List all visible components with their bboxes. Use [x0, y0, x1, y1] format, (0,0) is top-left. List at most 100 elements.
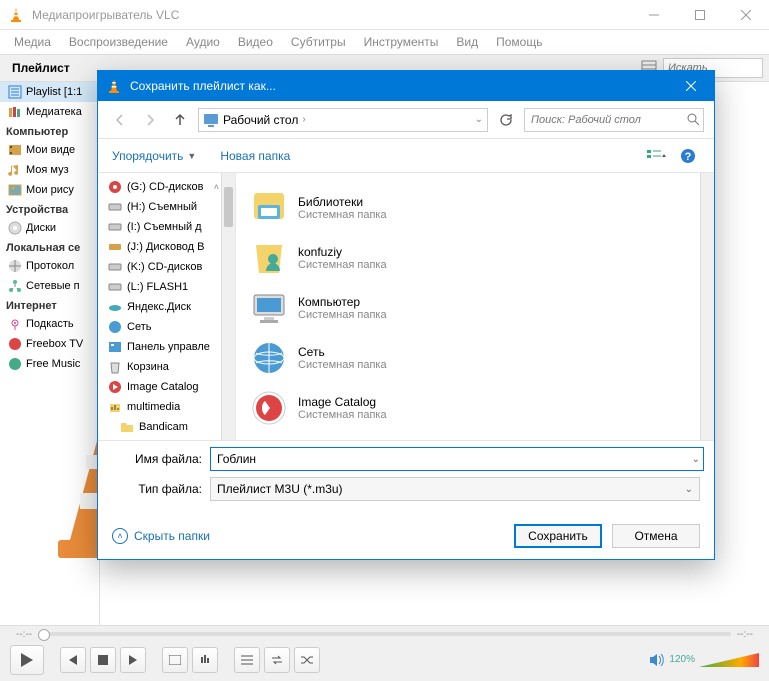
tree-item-label: (I:) Съемный д: [127, 221, 202, 233]
seek-slider[interactable]: [38, 632, 731, 636]
file-list[interactable]: БиблиотекиСистемная папкаkonfuziyСистемн…: [236, 173, 714, 440]
list-item[interactable]: konfuziyСистемная папка: [246, 233, 704, 283]
menu-view[interactable]: Вид: [448, 33, 486, 51]
yadisk-icon: [108, 300, 122, 314]
refresh-button[interactable]: [494, 108, 518, 132]
tree-item[interactable]: multimedia: [98, 397, 235, 417]
video-icon: [8, 143, 22, 157]
next-button[interactable]: [120, 647, 146, 673]
tree-item[interactable]: Bandicam: [98, 417, 235, 437]
menu-subtitles[interactable]: Субтитры: [283, 33, 354, 51]
filetype-select[interactable]: Плейлист M3U (*.m3u) ⌄: [210, 477, 700, 501]
maximize-button[interactable]: [677, 0, 723, 30]
tree-item[interactable]: (I:) Съемный д: [98, 217, 235, 237]
menu-tools[interactable]: Инструменты: [356, 33, 447, 51]
dialog-close-button[interactable]: [668, 71, 714, 101]
tree-item[interactable]: музыка: [98, 437, 235, 440]
list-item[interactable]: БиблиотекиСистемная папка: [246, 183, 704, 233]
sidebar-item[interactable]: Протокол: [0, 256, 99, 276]
dialog-titlebar: Сохранить плейлист как...: [98, 71, 714, 101]
filename-input[interactable]: [210, 447, 704, 471]
tree-item[interactable]: Корзина: [98, 357, 235, 377]
window-title: Медиапроигрыватель VLC: [32, 8, 631, 22]
list-item-name: Сеть: [298, 345, 387, 359]
help-button[interactable]: ?: [676, 144, 700, 168]
nav-up-button[interactable]: [168, 108, 192, 132]
loop-button[interactable]: [264, 647, 290, 673]
sidebar-item[interactable]: Мои рису: [0, 180, 99, 200]
menu-audio[interactable]: Аудио: [178, 33, 228, 51]
play-button[interactable]: [10, 645, 44, 675]
sidebar-item[interactable]: Медиатека: [0, 102, 99, 122]
sidebar-item[interactable]: Подкасть: [0, 314, 99, 334]
tree-item-label: (K:) CD-дисков: [127, 261, 202, 273]
sidebar-item-label: Моя муз: [26, 164, 69, 176]
nav-forward-button[interactable]: [138, 108, 162, 132]
chevron-up-icon: ˄: [112, 528, 128, 544]
tree-item[interactable]: (J:) Дисковод B: [98, 237, 235, 257]
menu-media[interactable]: Медиа: [6, 33, 59, 51]
chevron-down-icon[interactable]: ⌄: [692, 454, 700, 465]
tree-item-label: Яндекс.Диск: [127, 301, 191, 313]
tree-item-label: (G:) CD-дисков: [127, 181, 204, 193]
tree-item[interactable]: (L:) FLASH1: [98, 277, 235, 297]
prev-button[interactable]: [60, 647, 86, 673]
sidebar-item[interactable]: Playlist [1:1: [0, 82, 99, 102]
sidebar-item-label: Диски: [26, 222, 56, 234]
shuffle-button[interactable]: [294, 647, 320, 673]
sidebar-item[interactable]: Диски: [0, 218, 99, 238]
chevron-down-icon[interactable]: ⌄: [475, 114, 483, 125]
drive-icon: [108, 260, 122, 274]
chevron-right-icon: ›: [302, 114, 305, 125]
user-icon: [250, 239, 288, 277]
volume-slider[interactable]: [699, 651, 759, 669]
stop-button[interactable]: [90, 647, 116, 673]
fullscreen-button[interactable]: [162, 647, 188, 673]
sidebar-item-label: Протокол: [26, 260, 74, 272]
player-controls: --:-- --:-- 120%: [0, 625, 769, 681]
breadcrumb-location: Рабочий стол: [223, 113, 298, 127]
dialog-search-input[interactable]: [524, 108, 704, 132]
tree-item[interactable]: Сеть: [98, 317, 235, 337]
sidebar-group-header: Устройства: [0, 200, 99, 218]
tree-item-label: Корзина: [127, 361, 169, 373]
tree-item[interactable]: (K:) CD-дисков: [98, 257, 235, 277]
new-folder-button[interactable]: Новая папка: [220, 149, 290, 163]
speaker-icon[interactable]: [649, 653, 665, 667]
cancel-button[interactable]: Отмена: [612, 524, 700, 548]
ext-settings-button[interactable]: [192, 647, 218, 673]
sidebar-item-label: Мои виде: [26, 144, 75, 156]
tree-scrollbar[interactable]: [221, 173, 235, 440]
organize-button[interactable]: Упорядочить ▼: [112, 149, 196, 163]
view-options-button[interactable]: [644, 144, 668, 168]
sidebar-item[interactable]: Freebox TV: [0, 334, 99, 354]
menu-help[interactable]: Помощь: [488, 33, 550, 51]
tree-item[interactable]: (G:) CD-дисков˄: [98, 177, 235, 197]
tree-item[interactable]: Яндекс.Диск: [98, 297, 235, 317]
save-button[interactable]: Сохранить: [514, 524, 602, 548]
close-button[interactable]: [723, 0, 769, 30]
breadcrumb[interactable]: Рабочий стол › ⌄: [198, 108, 488, 132]
list-item[interactable]: Image CatalogСистемная папка: [246, 383, 704, 433]
freemusic-icon: [8, 357, 22, 371]
menu-video[interactable]: Видео: [230, 33, 281, 51]
sidebar-item-label: Подкасть: [26, 318, 74, 330]
tree-item[interactable]: (H:) Съемный: [98, 197, 235, 217]
playlist-button[interactable]: [234, 647, 260, 673]
hide-folders-button[interactable]: ˄ Скрыть папки: [112, 528, 210, 544]
list-scrollbar[interactable]: [700, 173, 714, 440]
list-item[interactable]: КомпьютерСистемная папка: [246, 283, 704, 333]
folder-tree[interactable]: (G:) CD-дисков˄(H:) Съемный (I:) Съемный …: [98, 173, 236, 440]
tree-item[interactable]: Панель управле: [98, 337, 235, 357]
nav-back-button[interactable]: [108, 108, 132, 132]
list-item[interactable]: СетьСистемная папка: [246, 333, 704, 383]
tree-item-label: Bandicam: [139, 421, 188, 433]
minimize-button[interactable]: [631, 0, 677, 30]
sidebar-item[interactable]: Мои виде: [0, 140, 99, 160]
desktop-icon: [203, 112, 219, 128]
sidebar-item[interactable]: Free Music: [0, 354, 99, 374]
tree-item[interactable]: Image Catalog: [98, 377, 235, 397]
menu-playback[interactable]: Воспроизведение: [61, 33, 176, 51]
sidebar-item[interactable]: Сетевые п: [0, 276, 99, 296]
sidebar-item[interactable]: Моя муз: [0, 160, 99, 180]
